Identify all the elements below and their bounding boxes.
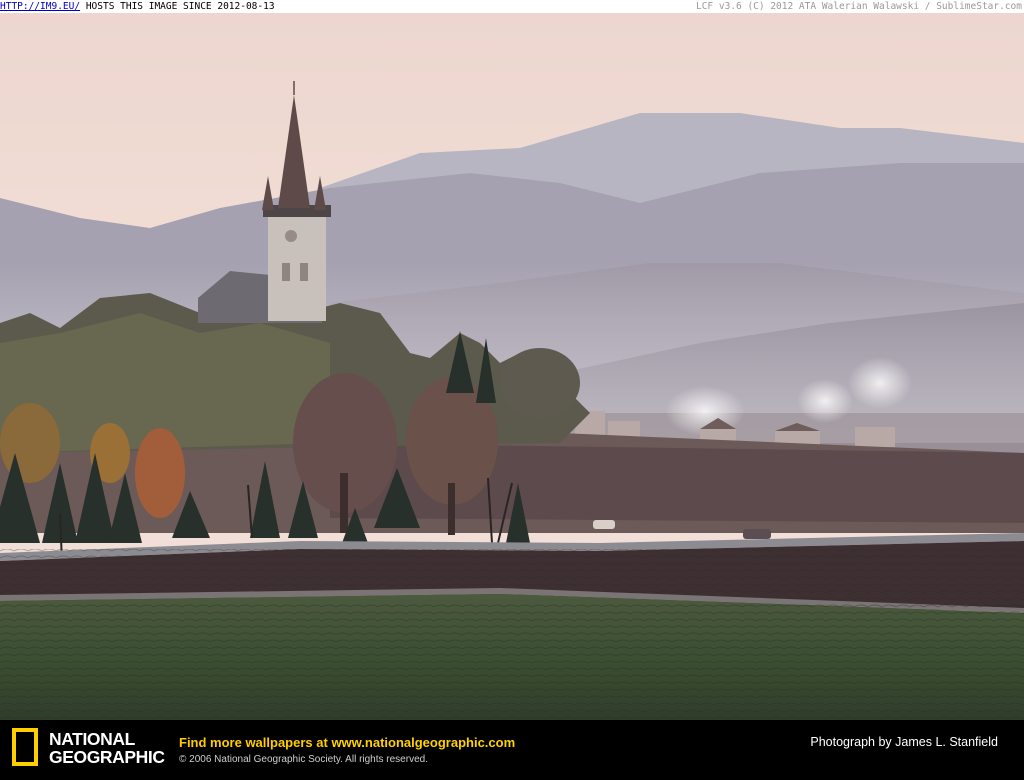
- promo-text: Find more wallpapers at: [179, 735, 332, 750]
- photo-credit: Photograph by James L. Stanfield: [810, 735, 998, 749]
- hosts-since-text: HOSTS THIS IMAGE SINCE 2012-08-13: [85, 1, 275, 12]
- copyright-notice: © 2006 National Geographic Society. All …: [179, 754, 428, 765]
- host-link[interactable]: HTTP://IM9.EU/: [0, 1, 80, 12]
- wallpaper-promo: Find more wallpapers at www.nationalgeog…: [179, 735, 515, 750]
- host-line: HTTP://IM9.EU/ HOSTS THIS IMAGE SINCE 20…: [0, 0, 275, 13]
- landscape-photo: [0, 13, 1024, 720]
- logo-wordmark: NATIONAL GEOGRAPHIC: [49, 730, 165, 766]
- generator-credit: LCF v3.6 (C) 2012 ATA Walerian Walawski …: [695, 1, 1022, 12]
- logo-line-1: NATIONAL: [49, 729, 135, 749]
- logo-line-2: GEOGRAPHIC: [49, 747, 165, 767]
- footer-bar: NATIONAL GEOGRAPHIC Find more wallpapers…: [0, 720, 1024, 780]
- yellow-border-icon: [12, 728, 38, 766]
- top-banner: HTTP://IM9.EU/ HOSTS THIS IMAGE SINCE 20…: [0, 0, 1024, 13]
- promo-url-link[interactable]: www.nationalgeographic.com: [331, 735, 515, 750]
